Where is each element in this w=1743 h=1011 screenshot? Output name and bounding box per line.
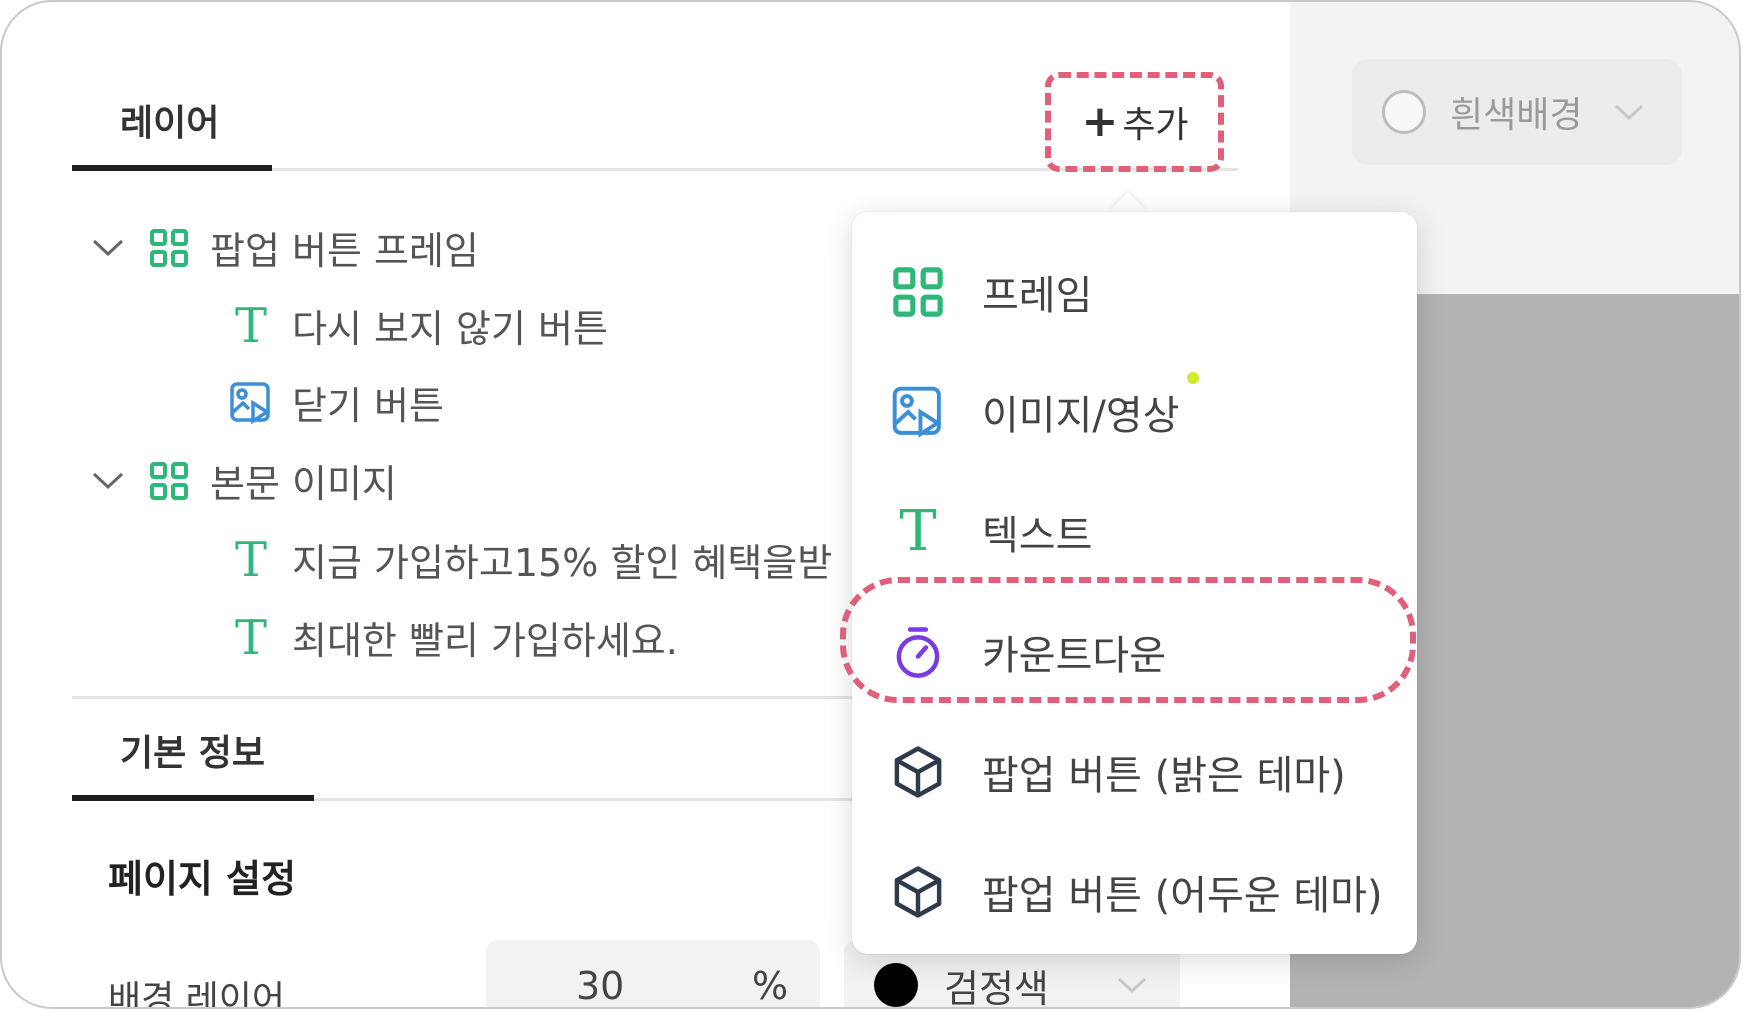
chevron-down-icon (1117, 977, 1146, 994)
opacity-input[interactable]: 30 % (486, 940, 820, 1008)
color-swatch-white (1382, 90, 1426, 134)
image-video-icon (228, 380, 274, 426)
add-button-label: 추가 (1122, 105, 1189, 146)
menu-item-label: 프레임 (982, 273, 1093, 319)
layer-row-body-image[interactable]: 본문 이미지 (88, 453, 397, 508)
tab-divider (314, 798, 854, 801)
background-layer-label: 배경 레이어 (108, 979, 286, 1009)
menu-item-label: 텍스트 (982, 513, 1093, 559)
menu-item-frame[interactable]: 프레임 (852, 242, 1417, 342)
color-select-label: 검정색 (944, 966, 1049, 1009)
layer-label: 최대한 빨리 가입하세요. (292, 619, 678, 663)
color-swatch-black (874, 963, 918, 1007)
plus-icon: + (1081, 96, 1119, 147)
text-icon: T (899, 499, 937, 564)
chevron-down-icon (1615, 104, 1644, 121)
layer-label: 닫기 버튼 (292, 384, 444, 428)
layer-row-text[interactable]: T 지금 가입하고15% 할인 혜택을받 (228, 532, 848, 587)
menu-item-image-video[interactable]: 이미지/영상 (852, 362, 1417, 462)
menu-item-text[interactable]: T 텍스트 (852, 482, 1417, 582)
menu-item-popup-button-dark[interactable]: 팝업 버튼 (어두운 테마) (852, 842, 1417, 942)
layer-row-media[interactable]: 닫기 버튼 (228, 375, 444, 430)
app-window: 흰색배경 레이어 + 추가 팝업 버튼 프레임 T 다시 보지 않기 버튼 닫기… (0, 0, 1741, 1009)
layer-row-text[interactable]: T 다시 보지 않기 버튼 (228, 298, 608, 353)
layer-label: 팝업 버튼 프레임 (210, 229, 479, 273)
text-icon: T (234, 609, 267, 666)
chevron-down-icon[interactable] (88, 228, 128, 268)
layer-label: 본문 이미지 (210, 462, 397, 506)
menu-item-label: 이미지/영상 (982, 393, 1180, 439)
add-layer-button[interactable]: + 추가 (1056, 82, 1214, 162)
frame-icon (890, 264, 946, 320)
background-select-label: 흰색배경 (1450, 95, 1583, 136)
new-badge-dot (1187, 372, 1199, 384)
layer-label: 지금 가입하고15% 할인 혜택을받 (292, 541, 833, 585)
cube-icon (890, 744, 946, 800)
frame-icon (146, 458, 192, 504)
menu-item-popup-button-light[interactable]: 팝업 버튼 (밝은 테마) (852, 722, 1417, 822)
layer-row-text[interactable]: T 최대한 빨리 가입하세요. (228, 610, 678, 665)
tab-layers-underline (72, 165, 272, 171)
section-divider (72, 696, 852, 699)
page-settings-title: 페이지 설정 (108, 857, 297, 901)
text-icon: T (234, 297, 267, 354)
menu-item-label: 팝업 버튼 (밝은 테마) (982, 753, 1346, 799)
tab-basic-info[interactable]: 기본 정보 (120, 724, 265, 776)
background-select[interactable]: 흰색배경 (1352, 59, 1682, 165)
opacity-unit: % (752, 964, 789, 1008)
layer-row-popup-frame[interactable]: 팝업 버튼 프레임 (88, 220, 479, 275)
tab-layers[interactable]: 레이어 (120, 94, 219, 146)
frame-icon (146, 225, 192, 271)
text-icon: T (234, 532, 267, 587)
countdown-highlight (840, 577, 1416, 703)
image-video-icon (890, 384, 946, 440)
menu-item-label: 팝업 버튼 (어두운 테마) (982, 873, 1383, 919)
cube-icon (890, 864, 946, 920)
chevron-down-icon[interactable] (88, 461, 128, 501)
tab-basic-info-underline (72, 795, 314, 801)
layer-label: 다시 보지 않기 버튼 (292, 307, 608, 351)
opacity-value: 30 (576, 964, 625, 1008)
